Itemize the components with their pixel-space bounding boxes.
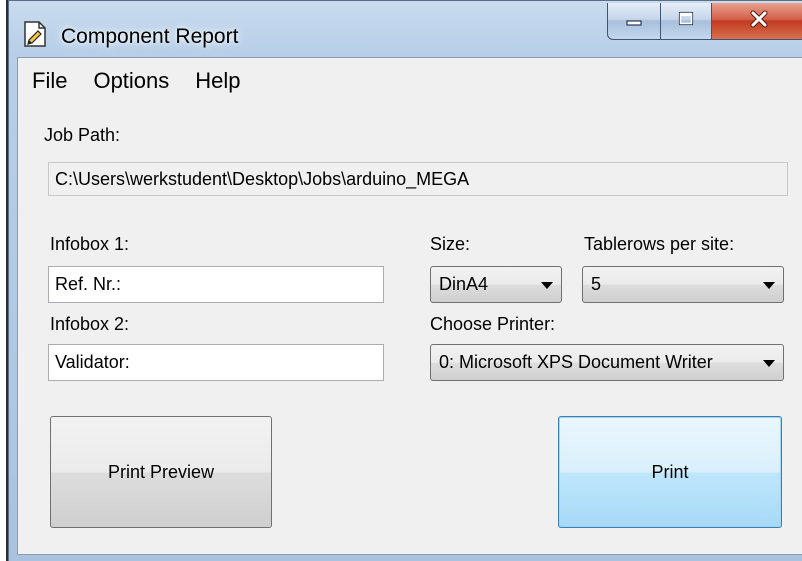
edit-document-icon (23, 21, 47, 47)
job-path-label: Job Path: (44, 125, 121, 145)
menu-bar: File Options Help (18, 68, 259, 98)
chevron-down-icon (541, 281, 553, 289)
menu-help[interactable]: Help (187, 68, 258, 98)
infobox2-label: Infobox 2: (50, 314, 130, 334)
caption-buttons (607, 3, 802, 43)
close-icon (749, 10, 769, 33)
tablerows-dropdown[interactable]: 5 (582, 266, 784, 303)
minimize-button[interactable] (607, 3, 661, 40)
client-area: File Options Help Job Path: C:\Users\wer… (17, 57, 802, 555)
component-report-window: Component Report File Options Help Job P… (8, 0, 802, 561)
size-label: Size: (430, 234, 471, 254)
menu-options[interactable]: Options (85, 68, 187, 98)
printer-dropdown[interactable]: 0: Microsoft XPS Document Writer (430, 344, 784, 381)
minimize-icon (625, 10, 643, 33)
title-bar[interactable]: Component Report (9, 1, 802, 57)
chevron-down-icon (763, 281, 775, 289)
infobox1-label: Infobox 1: (50, 234, 130, 254)
close-button[interactable] (712, 3, 802, 40)
print-button[interactable]: Print (558, 416, 782, 528)
maximize-button[interactable] (661, 3, 712, 40)
tablerows-dropdown-value: 5 (591, 274, 602, 294)
printer-dropdown-value: 0: Microsoft XPS Document Writer (439, 352, 713, 372)
window-title: Component Report (61, 25, 239, 48)
tablerows-label: Tablerows per site: (584, 234, 735, 254)
chevron-down-icon (763, 359, 775, 367)
infobox1-input[interactable]: Ref. Nr.: (48, 266, 384, 303)
infobox2-input[interactable]: Validator: (48, 344, 384, 381)
size-dropdown-value: DinA4 (439, 274, 489, 294)
choose-printer-label: Choose Printer: (430, 314, 556, 334)
print-preview-button[interactable]: Print Preview (50, 416, 272, 528)
job-path-field[interactable]: C:\Users\werkstudent\Desktop\Jobs\arduin… (48, 162, 788, 196)
menu-file[interactable]: File (18, 68, 85, 98)
maximize-icon (677, 10, 695, 33)
size-dropdown[interactable]: DinA4 (430, 266, 562, 303)
